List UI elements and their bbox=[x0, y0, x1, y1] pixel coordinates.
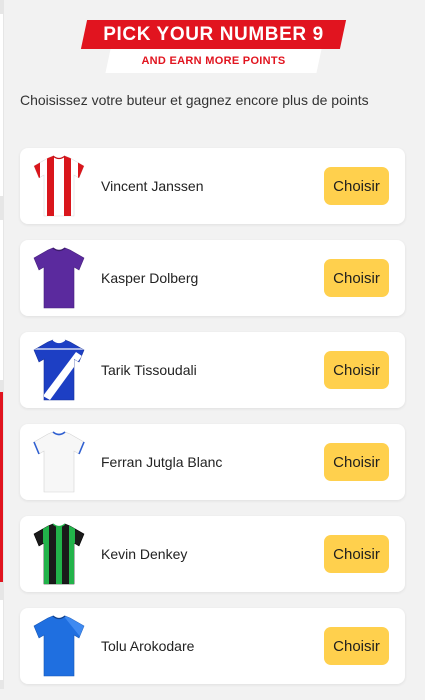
left-edge-highlight bbox=[0, 392, 3, 582]
choose-button[interactable]: Choisir bbox=[324, 351, 389, 389]
player-card: Tolu Arokodare Choisir bbox=[20, 608, 405, 684]
player-name: Tolu Arokodare bbox=[101, 638, 195, 654]
choose-button[interactable]: Choisir bbox=[324, 535, 389, 573]
player-card: Kevin Denkey Choisir bbox=[20, 516, 405, 592]
player-card: Tarik Tissoudali Choisir bbox=[20, 332, 405, 408]
green-black-stripes-icon bbox=[33, 523, 85, 585]
intro-text: Choisissez votre buteur et gagnez encore… bbox=[20, 92, 369, 108]
player-name: Kasper Dolberg bbox=[101, 270, 199, 286]
header-banner: PICK YOUR NUMBER 9 AND EARN MORE POINTS bbox=[0, 18, 425, 78]
player-card: Kasper Dolberg Choisir bbox=[20, 240, 405, 316]
choose-button[interactable]: Choisir bbox=[324, 167, 389, 205]
choose-button[interactable]: Choisir bbox=[324, 627, 389, 665]
page-title: PICK YOUR NUMBER 9 bbox=[103, 24, 324, 45]
left-page-edge bbox=[0, 0, 4, 689]
player-name: Kevin Denkey bbox=[101, 546, 188, 562]
player-name: Tarik Tissoudali bbox=[101, 362, 197, 378]
player-card: Vincent Janssen Choisir bbox=[20, 148, 405, 224]
page-subtitle: AND EARN MORE POINTS bbox=[141, 55, 286, 67]
left-edge-segment bbox=[0, 600, 3, 680]
left-edge-segment bbox=[0, 220, 3, 380]
blue-white-sash-icon bbox=[33, 339, 85, 401]
choose-button[interactable]: Choisir bbox=[324, 443, 389, 481]
purple-shirt-icon bbox=[33, 247, 85, 309]
blue-shirt-icon bbox=[33, 615, 85, 677]
red-white-stripes-icon bbox=[33, 155, 85, 217]
player-name: Ferran Jutgla Blanc bbox=[101, 454, 223, 470]
choose-button[interactable]: Choisir bbox=[324, 259, 389, 297]
player-list: Vincent Janssen Choisir Kasper Dolberg C… bbox=[20, 148, 405, 700]
player-name: Vincent Janssen bbox=[101, 178, 204, 194]
white-blue-trim-icon bbox=[33, 431, 85, 493]
player-card: Ferran Jutgla Blanc Choisir bbox=[20, 424, 405, 500]
